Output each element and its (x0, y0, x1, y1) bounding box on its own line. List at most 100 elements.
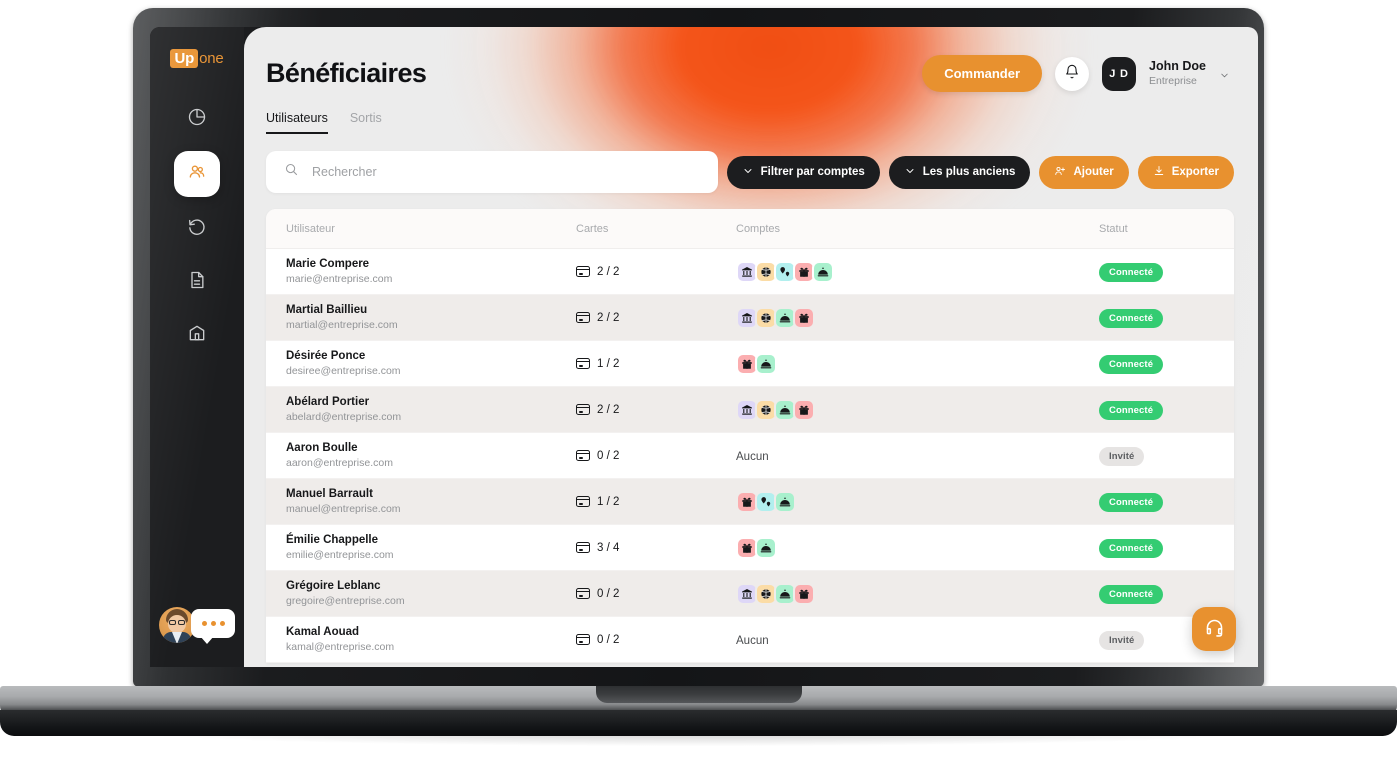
table-row[interactable]: Abélard Portier abelard@entreprise.com 2 /… (266, 387, 1234, 433)
user-menu[interactable]: John Doe Entreprise (1149, 59, 1206, 88)
export-button[interactable]: Exporter (1137, 155, 1234, 189)
logo-tail: one (199, 50, 224, 67)
user-email: marie@entreprise.com (286, 273, 393, 286)
cell-cards: 0 / 2 (576, 450, 736, 462)
notifications-button[interactable] (1055, 56, 1090, 91)
cell-user: Désirée Ponce desiree@entreprise.com (286, 348, 576, 380)
app-logo[interactable]: Up one (170, 49, 224, 68)
order-button[interactable]: Commander (922, 55, 1043, 92)
sort-button-label: Les plus anciens (922, 166, 1016, 178)
cards-count: 0 / 2 (597, 449, 620, 462)
search-box[interactable] (266, 151, 718, 193)
cell-accounts (736, 490, 1099, 513)
user-email: martial@entreprise.com (286, 319, 398, 332)
gift-icon[interactable] (793, 398, 815, 421)
bell-icon (1064, 64, 1080, 83)
card-icon (576, 404, 591, 415)
chevron-down-icon (904, 165, 916, 180)
status-badge: Invité (1099, 630, 1145, 650)
cell-cards: 0 / 2 (576, 588, 736, 600)
card-icon (576, 312, 591, 323)
avatar (159, 607, 195, 643)
document-icon (187, 270, 207, 295)
headset-icon (1204, 617, 1225, 641)
table-row[interactable]: Martial Baillieu martial@entreprise.com 2 … (266, 295, 1234, 341)
account-badge-group (736, 352, 1099, 375)
table-row[interactable]: Émilie Chappelle emilie@entreprise.com 3 /… (266, 525, 1234, 571)
account-badge-group (736, 306, 1099, 329)
tab-sortis[interactable]: Sortis (350, 111, 382, 134)
cards-count: 2 / 2 (597, 403, 620, 416)
table-header-row: Utilisateur Cartes Comptes Statut (266, 209, 1234, 249)
cards-count: 1 / 2 (597, 495, 620, 508)
user-email: aaron@entreprise.com (286, 457, 393, 470)
column-header-statut: Statut (1099, 222, 1128, 235)
table-row[interactable]: Aaron Boulle aaron@entreprise.com 0 / 2 Auc… (266, 433, 1234, 479)
user-email: kamal@entreprise.com (286, 641, 395, 654)
cell-cards: 3 / 4 (576, 542, 736, 554)
support-button[interactable] (1192, 607, 1236, 651)
user-name: Manuel Barrault (286, 487, 373, 500)
table-row[interactable]: Marie Compere marie@entreprise.com 2 / 2 Co… (266, 249, 1234, 295)
sidebar: Up one (150, 27, 244, 667)
meal-cover-icon[interactable] (755, 352, 777, 375)
user-name: Aaron Boulle (286, 441, 358, 454)
search-input[interactable] (312, 165, 700, 179)
main-content: Bénéficiaires Commander J D John Doe Ent… (244, 27, 1258, 667)
sidebar-item-analytics[interactable] (176, 98, 218, 140)
top-bar-actions: Commander J D John Doe Entreprise (922, 55, 1230, 92)
status-badge: Connecté (1099, 400, 1164, 420)
cell-user: Martial Baillieu martial@entreprise.com (286, 302, 576, 334)
cell-status: Connecté (1099, 492, 1214, 512)
table-row[interactable]: Désirée Ponce desiree@entreprise.com 1 / 2… (266, 341, 1234, 387)
column-header-utilisateur: Utilisateur (286, 222, 335, 235)
cell-accounts (736, 306, 1099, 329)
table-row[interactable]: Grégoire Leblanc gregoire@entreprise.com 0… (266, 571, 1234, 617)
screenshot-stage: Up one Bénéficiaires Commander J D John … (0, 0, 1397, 758)
add-user-button[interactable]: Ajouter (1039, 155, 1129, 189)
user-plus-icon (1054, 165, 1066, 180)
meal-cover-icon[interactable] (755, 536, 777, 559)
user-organization: Entreprise (1149, 74, 1197, 87)
card-icon (576, 358, 591, 369)
laptop-base-notch (596, 686, 802, 703)
gift-icon[interactable] (793, 306, 815, 329)
user-avatar[interactable]: J D (1102, 56, 1137, 91)
sidebar-item-beneficiaries[interactable] (174, 151, 220, 197)
cell-user: Kamal Aouad kamal@entreprise.com (286, 624, 576, 656)
cell-status: Connecté (1099, 400, 1214, 420)
cell-cards: 1 / 2 (576, 496, 736, 508)
laptop-screen: Up one Bénéficiaires Commander J D John … (150, 27, 1258, 667)
cell-user: Émilie Chappelle emilie@entreprise.com (286, 532, 576, 564)
card-icon (576, 542, 591, 553)
tab-utilisateurs[interactable]: Utilisateurs (266, 111, 328, 134)
top-bar: Bénéficiaires Commander J D John Doe Ent… (244, 27, 1258, 92)
cell-status: Connecté (1099, 308, 1214, 328)
sort-button[interactable]: Les plus anciens (888, 155, 1031, 189)
user-name: Marie Compere (286, 257, 370, 270)
chevron-down-icon (742, 165, 754, 180)
cards-count: 1 / 2 (597, 357, 620, 370)
table-body: Marie Compere marie@entreprise.com 2 / 2 Co… (266, 249, 1234, 663)
cards-count: 3 / 4 (597, 541, 620, 554)
support-chat-widget[interactable] (159, 605, 235, 647)
cell-accounts (736, 398, 1099, 421)
meal-cover-icon[interactable] (774, 490, 796, 513)
table-row[interactable]: Kamal Aouad kamal@entreprise.com 0 / 2 Aucu… (266, 617, 1234, 663)
accounts-none-label: Aucun (736, 450, 769, 463)
cell-accounts: Aucun (736, 447, 1099, 465)
card-icon (576, 634, 591, 645)
cell-status: Invité (1099, 446, 1214, 466)
gift-icon[interactable] (793, 582, 815, 605)
search-icon (284, 162, 299, 182)
account-badge-group (736, 260, 1099, 283)
meal-cover-icon[interactable] (812, 260, 834, 283)
chevron-down-icon[interactable] (1219, 68, 1230, 79)
sidebar-item-documents[interactable] (176, 261, 218, 303)
table-row[interactable]: Manuel Barrault manuel@entreprise.com 1 / … (266, 479, 1234, 525)
sidebar-item-history[interactable] (176, 208, 218, 250)
filter-by-accounts-button[interactable]: Filtrer par comptes (726, 155, 880, 189)
export-button-label: Exporter (1171, 166, 1219, 178)
cell-user: Abélard Portier abelard@entreprise.com (286, 394, 576, 426)
sidebar-item-company[interactable] (176, 314, 218, 356)
